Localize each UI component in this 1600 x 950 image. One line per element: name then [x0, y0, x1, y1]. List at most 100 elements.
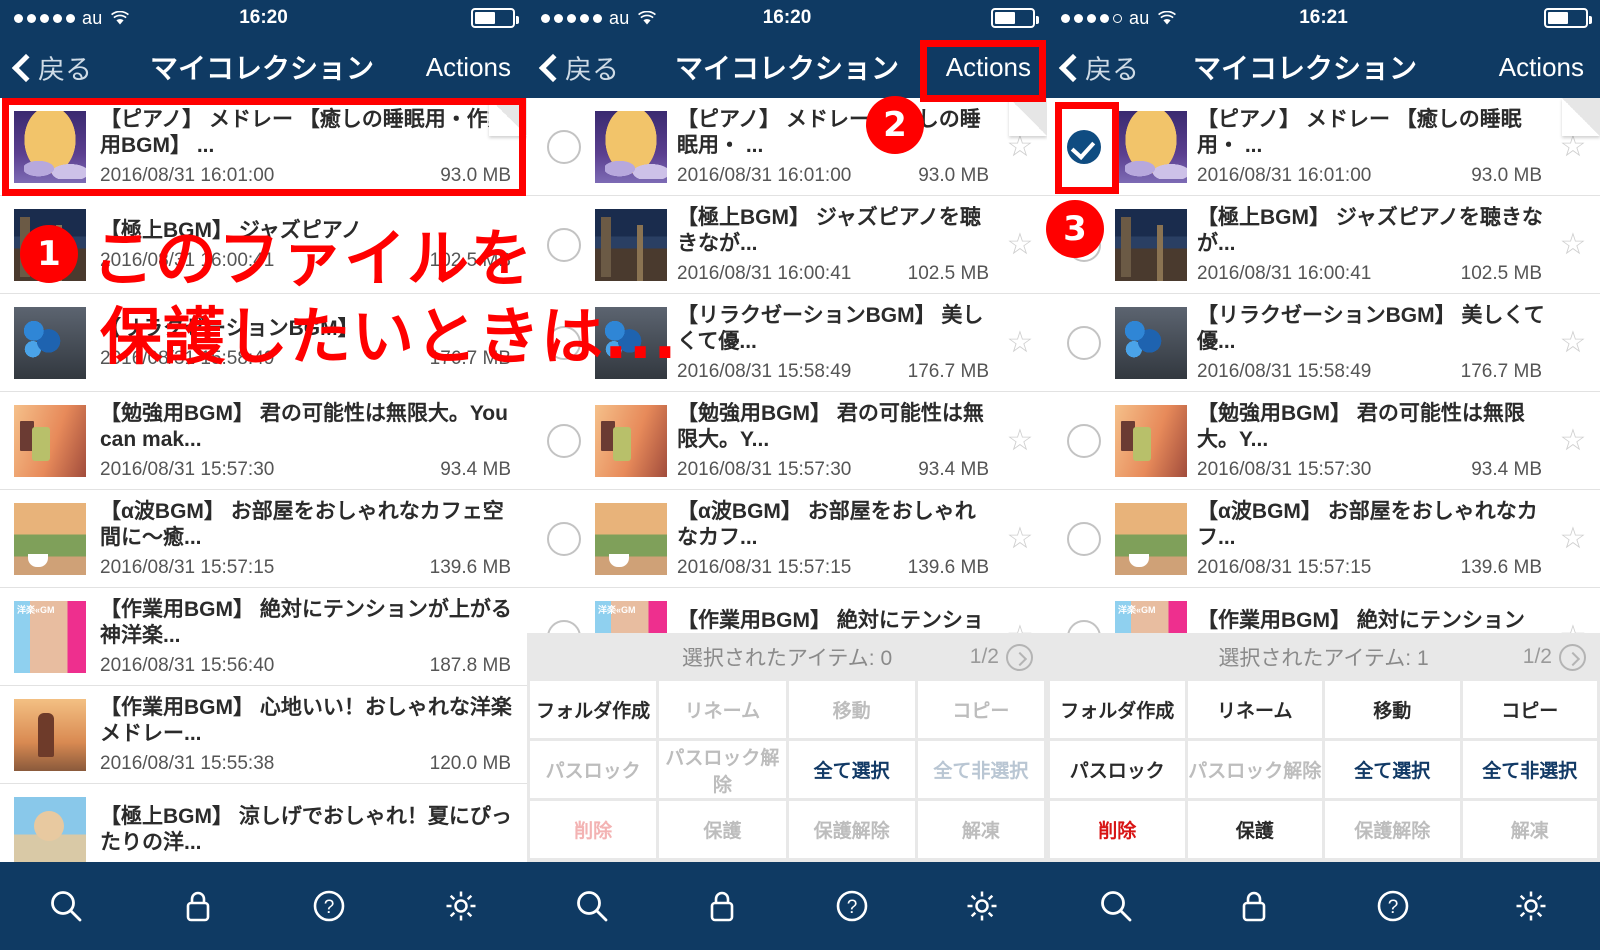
- back-button-3[interactable]: 戻る: [1059, 48, 1139, 87]
- favorite-star-icon[interactable]: ☆: [1552, 425, 1594, 456]
- page-indicator[interactable]: 1/2: [970, 643, 1033, 671]
- list-item[interactable]: 【極上BGM】 ジャズピアノを聴きなが... 2016/08/31 16:00:4…: [527, 196, 1047, 294]
- favorite-star-icon[interactable]: ☆: [999, 327, 1041, 358]
- back-button-2[interactable]: 戻る: [539, 48, 619, 87]
- bottom-toolbar-2[interactable]: ?: [527, 862, 1047, 950]
- list-item[interactable]: 【極上BGM】 ジャズピアノ 2016/08/31 16:00:41 102.5 M…: [0, 196, 527, 294]
- favorite-star-icon[interactable]: ☆: [999, 131, 1041, 162]
- file-list-2[interactable]: 【ピアノ】 メドレー 【癒しの睡眠用・ ... 2016/08/31 16:01:…: [527, 98, 1047, 686]
- back-label: 戻る: [1085, 54, 1139, 85]
- item-meta: 【ピアノ】 メドレー 【癒しの睡眠用・作業用BGM】 ... 2016/08/31…: [96, 107, 521, 187]
- bottom-toolbar-1[interactable]: ?: [0, 862, 527, 950]
- list-item[interactable]: 【ピアノ】 メドレー 【癒しの睡眠用・ ... 2016/08/31 16:01:…: [1047, 98, 1600, 196]
- list-item[interactable]: 【リラクゼーションBGM】 美しくて優... 2016/08/31 15:58:4…: [1047, 294, 1600, 392]
- help-icon[interactable]: ?: [1365, 878, 1421, 934]
- actions-button-2[interactable]: Actions: [946, 52, 1031, 83]
- list-item[interactable]: 【作業用BGM】 絶対にテンションが上がる神洋楽... 2016/08/31 15…: [0, 588, 527, 686]
- favorite-star-icon[interactable]: ☆: [999, 523, 1041, 554]
- item-meta: 【α波BGM】 お部屋をおしゃれなカフ... 2016/08/31 15:57:1…: [1197, 499, 1552, 579]
- checkbox-unchecked-icon[interactable]: [1067, 423, 1101, 458]
- checkbox-unchecked-icon[interactable]: [547, 423, 581, 458]
- favorite-star-icon[interactable]: ☆: [1552, 229, 1594, 260]
- checkbox-unchecked-icon[interactable]: [1067, 521, 1101, 556]
- checkbox-unchecked-icon[interactable]: [547, 325, 581, 360]
- gear-icon[interactable]: [954, 878, 1010, 934]
- action-button: 移動: [788, 681, 915, 738]
- checkbox-unchecked-icon[interactable]: [547, 129, 581, 164]
- screenshot-stage: au 16:20 戻る マイコレクション Actions 【ピアノ】 メドレー …: [0, 0, 1600, 950]
- item-size: 139.6 MB: [907, 556, 989, 578]
- item-title: 【α波BGM】 お部屋をおしゃれなカフェ空間に〜癒...: [100, 499, 504, 549]
- action-sheet-header: 選択されたアイテム: 1 1/2: [1047, 633, 1600, 681]
- selected-count-label: 選択されたアイテム: 1: [1218, 647, 1429, 670]
- item-meta: 【極上BGM】 ジャズピアノを聴きなが... 2016/08/31 16:00:4…: [677, 205, 999, 285]
- help-icon[interactable]: ?: [824, 878, 880, 934]
- action-sheet-3[interactable]: 選択されたアイテム: 1 1/2 フォルダ作成 リネーム 移動 コピー パスロック パスロック…: [1047, 633, 1600, 862]
- search-icon[interactable]: [564, 878, 620, 934]
- chevron-left-icon: [12, 52, 32, 82]
- file-list-1[interactable]: 【ピアノ】 メドレー 【癒しの睡眠用・作業用BGM】 ... 2016/08/31…: [0, 98, 527, 882]
- action-button[interactable]: 移動: [1325, 681, 1460, 738]
- checkbox-checked-icon[interactable]: [1067, 129, 1101, 164]
- search-icon[interactable]: [38, 878, 94, 934]
- action-button[interactable]: フォルダ作成: [530, 681, 657, 738]
- favorite-star-icon[interactable]: ☆: [999, 229, 1041, 260]
- list-item[interactable]: 【勉強用BGM】 君の可能性は無限大。Y... 2016/08/31 15:57:…: [527, 392, 1047, 490]
- actions-button-3[interactable]: Actions: [1499, 52, 1584, 83]
- action-button[interactable]: リネーム: [1187, 681, 1322, 738]
- favorite-star-icon[interactable]: ☆: [1552, 523, 1594, 554]
- gear-icon[interactable]: [1503, 878, 1559, 934]
- action-button[interactable]: 全て選択: [788, 741, 915, 798]
- action-button[interactable]: フォルダ作成: [1050, 681, 1185, 738]
- search-icon[interactable]: [1088, 878, 1144, 934]
- status-left-3: au: [1061, 8, 1176, 29]
- lock-icon[interactable]: [1226, 878, 1282, 934]
- favorite-star-icon[interactable]: ☆: [1552, 327, 1594, 358]
- list-item[interactable]: 【α波BGM】 お部屋をおしゃれなカフェ空間に〜癒... 2016/08/31 1…: [0, 490, 527, 588]
- back-button-1[interactable]: 戻る: [12, 48, 92, 87]
- list-item[interactable]: 【極上BGM】 ジャズピアノを聴きなが... 2016/08/31 16:00:4…: [1047, 196, 1600, 294]
- action-button[interactable]: パスロック: [1050, 741, 1185, 798]
- back-label: 戻る: [38, 54, 92, 85]
- signal-dots-icon: [1061, 13, 1122, 23]
- list-item[interactable]: 【α波BGM】 お部屋をおしゃれなカフ... 2016/08/31 15:57:1…: [527, 490, 1047, 588]
- list-item[interactable]: 【勉強用BGM】 君の可能性は無限大。You can mak... 2016/08…: [0, 392, 527, 490]
- item-title: 【極上BGM】 涼しげでおしゃれ！夏にぴったりの洋...: [100, 804, 512, 854]
- chevron-right-icon[interactable]: [1559, 643, 1586, 671]
- lock-icon[interactable]: [170, 878, 226, 934]
- action-button[interactable]: 削除: [1050, 801, 1185, 858]
- item-size: 187.8 MB: [429, 654, 511, 676]
- checkbox-unchecked-icon[interactable]: [547, 227, 581, 262]
- checkbox-unchecked-icon[interactable]: [1067, 227, 1101, 262]
- wifi-icon: [1157, 11, 1176, 25]
- bottom-toolbar-3[interactable]: ?: [1047, 862, 1600, 950]
- list-item[interactable]: 【リラクゼーションBGM】 2016/08/31 15:58:49 176.7 MB: [0, 294, 527, 392]
- action-button[interactable]: 保護: [1187, 801, 1322, 858]
- item-subrow: 2016/08/31 15:55:38 120.0 MB: [100, 753, 517, 775]
- page-indicator[interactable]: 1/2: [1523, 643, 1586, 671]
- chevron-right-icon[interactable]: [1006, 643, 1033, 671]
- list-item[interactable]: 【リラクゼーションBGM】 美しくて優... 2016/08/31 15:58:4…: [527, 294, 1047, 392]
- lock-icon[interactable]: [694, 878, 750, 934]
- gear-icon[interactable]: [433, 878, 489, 934]
- file-list-3[interactable]: 【ピアノ】 メドレー 【癒しの睡眠用・ ... 2016/08/31 16:01:…: [1047, 98, 1600, 686]
- list-item[interactable]: 【ピアノ】 メドレー 【癒しの睡眠用・ ... 2016/08/31 16:01:…: [527, 98, 1047, 196]
- list-item[interactable]: 【ピアノ】 メドレー 【癒しの睡眠用・作業用BGM】 ... 2016/08/31…: [0, 98, 527, 196]
- actions-button-1[interactable]: Actions: [426, 52, 511, 83]
- favorite-star-icon[interactable]: ☆: [999, 425, 1041, 456]
- action-button[interactable]: 全て非選択: [1462, 741, 1597, 798]
- help-icon[interactable]: ?: [301, 878, 357, 934]
- list-item[interactable]: 【α波BGM】 お部屋をおしゃれなカフ... 2016/08/31 15:57:1…: [1047, 490, 1600, 588]
- action-sheet-2[interactable]: 選択されたアイテム: 0 1/2 フォルダ作成 リネーム 移動 コピー パスロック パスロック…: [527, 633, 1047, 862]
- checkbox-unchecked-icon[interactable]: [1067, 325, 1101, 360]
- checkbox-unchecked-icon[interactable]: [547, 521, 581, 556]
- favorite-star-icon[interactable]: ☆: [1552, 131, 1594, 162]
- action-sheet-header: 選択されたアイテム: 0 1/2: [527, 633, 1047, 681]
- action-button[interactable]: コピー: [1462, 681, 1597, 738]
- item-title: 【極上BGM】 ジャズピアノを聴きなが...: [1197, 205, 1543, 255]
- item-size: 120.0 MB: [429, 752, 511, 774]
- action-button[interactable]: 全て選択: [1325, 741, 1460, 798]
- list-item[interactable]: 【勉強用BGM】 君の可能性は無限大。Y... 2016/08/31 15:57:…: [1047, 392, 1600, 490]
- item-title: 【勉強用BGM】 君の可能性は無限大。You can mak...: [100, 401, 508, 451]
- list-item[interactable]: 【作業用BGM】 心地いい！おしゃれな洋楽メドレー... 2016/08/31 1…: [0, 686, 527, 784]
